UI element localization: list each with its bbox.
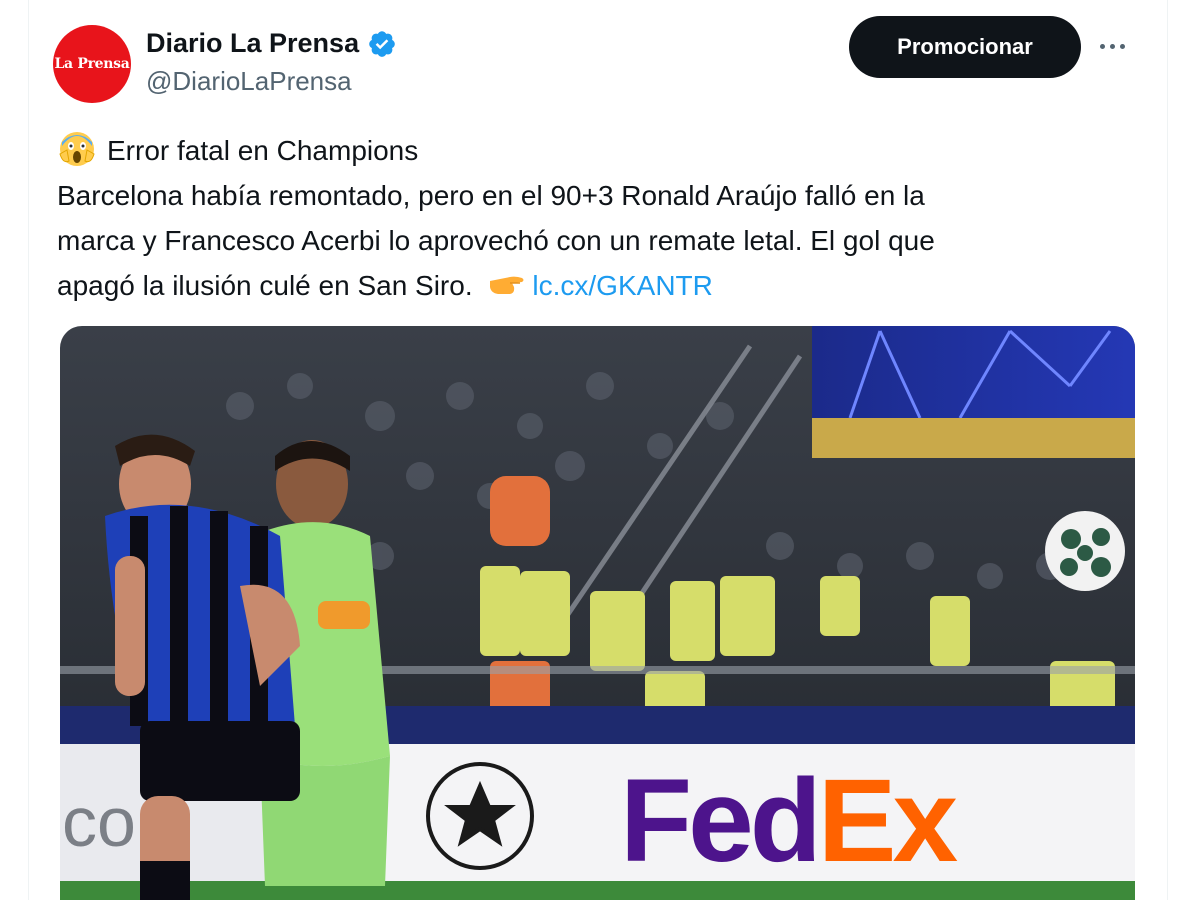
match-photo: co FedEx: [60, 326, 1135, 900]
more-dots-icon[interactable]: [1092, 30, 1132, 62]
screaming-face-emoji: [59, 132, 95, 166]
tweet-headline-line: Error fatal en Champions: [57, 128, 1117, 173]
ad-board-left-text: co: [62, 783, 136, 861]
author-name-row: Diario La Prensa: [146, 28, 397, 59]
tweet-body-line-3: apagó la ilusión culé en San Siro. lc.cx…: [57, 263, 1117, 308]
tweet-text: Error fatal en Champions Barcelona había…: [57, 128, 1117, 308]
tweet-body-line-2: marca y Francesco Acerbi lo aprovechó co…: [57, 225, 935, 256]
tweet-body-line-1: Barcelona había remontado, pero en el 90…: [57, 180, 925, 211]
ad-board-fedex-text: FedEx: [620, 755, 958, 887]
display-name[interactable]: Diario La Prensa: [146, 28, 359, 59]
backhand-index-pointing-right-emoji: [490, 276, 524, 294]
tweet-headline: Error fatal en Champions: [107, 135, 419, 166]
promote-button[interactable]: Promocionar: [849, 16, 1081, 78]
tweet-media-photo[interactable]: co FedEx: [60, 326, 1135, 900]
avatar-logo-text: La Prensa: [54, 56, 130, 72]
account-handle[interactable]: @DiarioLaPrensa: [146, 66, 352, 97]
avatar[interactable]: La Prensa: [53, 25, 131, 103]
verified-badge-icon: [369, 30, 395, 57]
tweet-link[interactable]: lc.cx/GKANTR: [532, 270, 712, 301]
tweet-body-line-3-text: apagó la ilusión culé en San Siro.: [57, 270, 473, 301]
